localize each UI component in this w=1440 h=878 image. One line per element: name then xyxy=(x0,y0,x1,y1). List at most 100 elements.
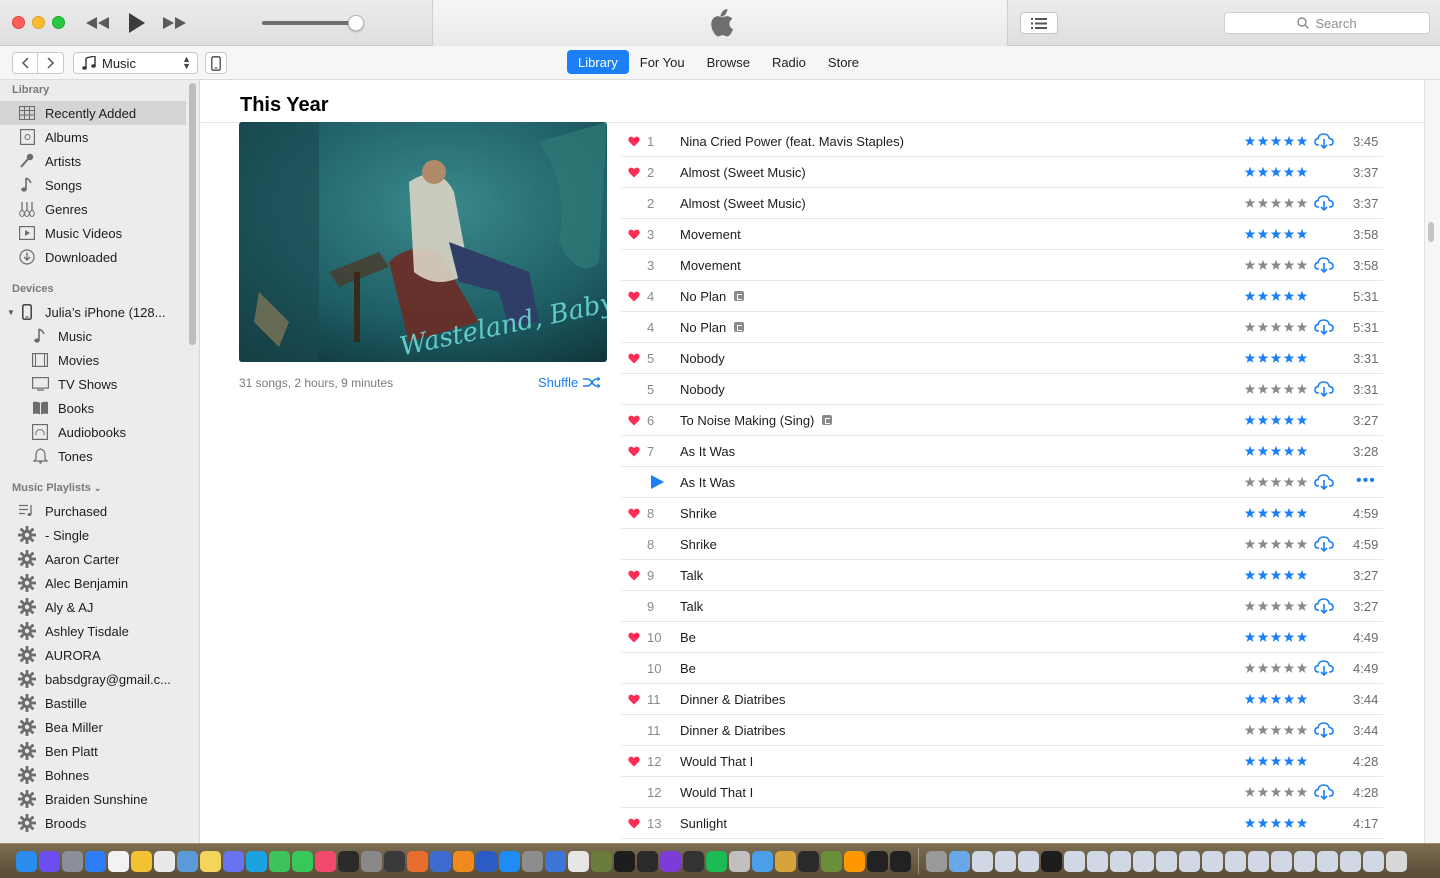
track-row[interactable]: As It Was ••• xyxy=(621,467,1383,498)
window17-icon[interactable] xyxy=(1340,850,1361,872)
star-rating-unrated[interactable] xyxy=(1244,197,1308,209)
folder-icon[interactable] xyxy=(949,850,970,872)
script-icon[interactable] xyxy=(384,850,405,872)
sidebar-item-playlist-bohnes[interactable]: Bohnes xyxy=(0,763,186,787)
spotify-icon[interactable] xyxy=(706,850,727,872)
sidebar-item-device-audiobooks[interactable]: Audiobooks xyxy=(0,420,186,444)
close-window-button[interactable] xyxy=(12,16,25,29)
sidebar-item-artists[interactable]: Artists xyxy=(0,149,186,173)
downloads-icon[interactable] xyxy=(926,850,947,872)
terminal2-icon[interactable] xyxy=(637,850,658,872)
track-row[interactable]: 2 Almost (Sweet Music) 3:37 xyxy=(621,157,1383,188)
sidebar-item-music-videos[interactable]: Music Videos xyxy=(0,221,186,245)
heart-icon[interactable] xyxy=(628,445,640,457)
window12-icon[interactable] xyxy=(1225,850,1246,872)
launchpad-icon[interactable] xyxy=(62,850,83,872)
track-row[interactable]: 10 Be 4:49 xyxy=(621,622,1383,653)
up-next-button[interactable] xyxy=(1020,12,1058,34)
more-options-icon[interactable]: ••• xyxy=(1356,473,1376,489)
cloud-download-icon[interactable] xyxy=(1314,535,1334,556)
window10-icon[interactable] xyxy=(1179,850,1200,872)
track-row[interactable]: 5 Nobody 3:31 xyxy=(621,343,1383,374)
heart-icon[interactable] xyxy=(628,817,640,829)
star-rating-rated[interactable] xyxy=(1244,445,1308,457)
sidebar-item-genres[interactable]: Genres xyxy=(0,197,186,221)
cloud-download-icon[interactable] xyxy=(1314,380,1334,401)
mkv-icon[interactable] xyxy=(568,850,589,872)
cloud-download-icon[interactable] xyxy=(1314,659,1334,680)
heart-icon[interactable] xyxy=(628,755,640,767)
track-row[interactable]: 5 Nobody 3:31 xyxy=(621,374,1383,405)
utility-icon[interactable] xyxy=(361,850,382,872)
browser-icon[interactable] xyxy=(545,850,566,872)
utility2-icon[interactable] xyxy=(775,850,796,872)
star-rating-rated[interactable] xyxy=(1244,414,1308,426)
sidebar-item-device-music[interactable]: Music xyxy=(0,324,186,348)
game-icon[interactable] xyxy=(591,850,612,872)
star-rating-unrated[interactable] xyxy=(1244,321,1308,333)
facetime-icon[interactable] xyxy=(292,850,313,872)
star-rating-rated[interactable] xyxy=(1244,631,1308,643)
sidebar-item-playlist-ben-platt[interactable]: Ben Platt xyxy=(0,739,186,763)
track-row[interactable]: 12 Would That I 4:28 xyxy=(621,777,1383,808)
track-row[interactable]: 7 As It Was 3:28 xyxy=(621,436,1383,467)
window6-icon[interactable] xyxy=(1087,850,1108,872)
star-rating-unrated[interactable] xyxy=(1244,600,1308,612)
track-row[interactable]: 9 Talk 3:27 xyxy=(621,560,1383,591)
search-field[interactable]: Search xyxy=(1224,12,1430,34)
sidebar-item-device-books[interactable]: Books xyxy=(0,396,186,420)
terminal-icon[interactable] xyxy=(614,850,635,872)
sidebar-item-playlist-purchased[interactable]: Purchased xyxy=(0,499,186,523)
device-button[interactable] xyxy=(205,52,227,74)
window9-icon[interactable] xyxy=(1156,850,1177,872)
sidebar-item-recently-added[interactable]: Recently Added xyxy=(0,101,186,125)
forward-button[interactable] xyxy=(38,52,64,74)
cloud-download-icon[interactable] xyxy=(1314,194,1334,215)
track-row[interactable]: 8 Shrike 4:59 xyxy=(621,498,1383,529)
window7-icon[interactable] xyxy=(1110,850,1131,872)
track-row[interactable]: 4 No Plan 5:31 xyxy=(621,281,1383,312)
photos-icon[interactable] xyxy=(338,850,359,872)
sidebar-item-device-tones[interactable]: Tones xyxy=(0,444,186,468)
preview-icon[interactable] xyxy=(177,850,198,872)
chrome-icon[interactable] xyxy=(131,850,152,872)
track-row[interactable]: 12 Would That I 4:28 xyxy=(621,746,1383,777)
star-rating-unrated[interactable] xyxy=(1244,724,1308,736)
cloud-download-icon[interactable] xyxy=(1314,256,1334,277)
trash-icon[interactable] xyxy=(1386,850,1407,872)
star-rating-rated[interactable] xyxy=(1244,569,1308,581)
sidebar-item-playlist-ashley-tisdale[interactable]: Ashley Tisdale xyxy=(0,619,186,643)
track-row[interactable]: 2 Almost (Sweet Music) 3:37 xyxy=(621,188,1383,219)
sidebar-item-playlist-braiden-sunshine[interactable]: Braiden Sunshine xyxy=(0,787,186,811)
track-row[interactable]: 13 Sunlight 4:17 xyxy=(621,808,1383,839)
track-row[interactable]: 3 Movement 3:58 xyxy=(621,250,1383,281)
heart-icon[interactable] xyxy=(628,507,640,519)
star-rating-rated[interactable] xyxy=(1244,352,1308,364)
preferences-icon[interactable] xyxy=(522,850,543,872)
steam-icon[interactable] xyxy=(683,850,704,872)
previous-track-button[interactable] xyxy=(84,8,112,38)
media-kind-select[interactable]: Music ▲ ▼ xyxy=(73,52,198,74)
now-playing-icon[interactable] xyxy=(651,475,664,492)
siri-icon[interactable] xyxy=(39,850,60,872)
sidebar-scrollbar[interactable] xyxy=(189,83,196,345)
cloud-download-icon[interactable] xyxy=(1314,132,1334,153)
window11-icon[interactable] xyxy=(1202,850,1223,872)
cloud-download-icon[interactable] xyxy=(1314,473,1334,494)
minecraft-icon[interactable] xyxy=(821,850,842,872)
window-icon[interactable] xyxy=(972,850,993,872)
sidebar-item-playlist-bastille[interactable]: Bastille xyxy=(0,691,186,715)
track-row[interactable]: 10 Be 4:49 xyxy=(621,653,1383,684)
star-rating-rated[interactable] xyxy=(1244,755,1308,767)
chevron-down-icon[interactable]: ⌄ xyxy=(94,483,102,493)
track-row[interactable]: 8 Shrike 4:59 xyxy=(621,529,1383,560)
window4-icon[interactable] xyxy=(1041,850,1062,872)
window15-icon[interactable] xyxy=(1294,850,1315,872)
sidebar-item-device[interactable]: Julia’s iPhone (128... xyxy=(0,300,186,324)
track-row[interactable]: 3 Movement 3:58 xyxy=(621,219,1383,250)
sidebar-item-playlist-babsdgray-gmail-c[interactable]: babsdgray@gmail.c... xyxy=(0,667,186,691)
tab-browse[interactable]: Browse xyxy=(696,50,761,74)
star-rating-unrated[interactable] xyxy=(1244,538,1308,550)
window18-icon[interactable] xyxy=(1363,850,1384,872)
safari-icon[interactable] xyxy=(85,850,106,872)
